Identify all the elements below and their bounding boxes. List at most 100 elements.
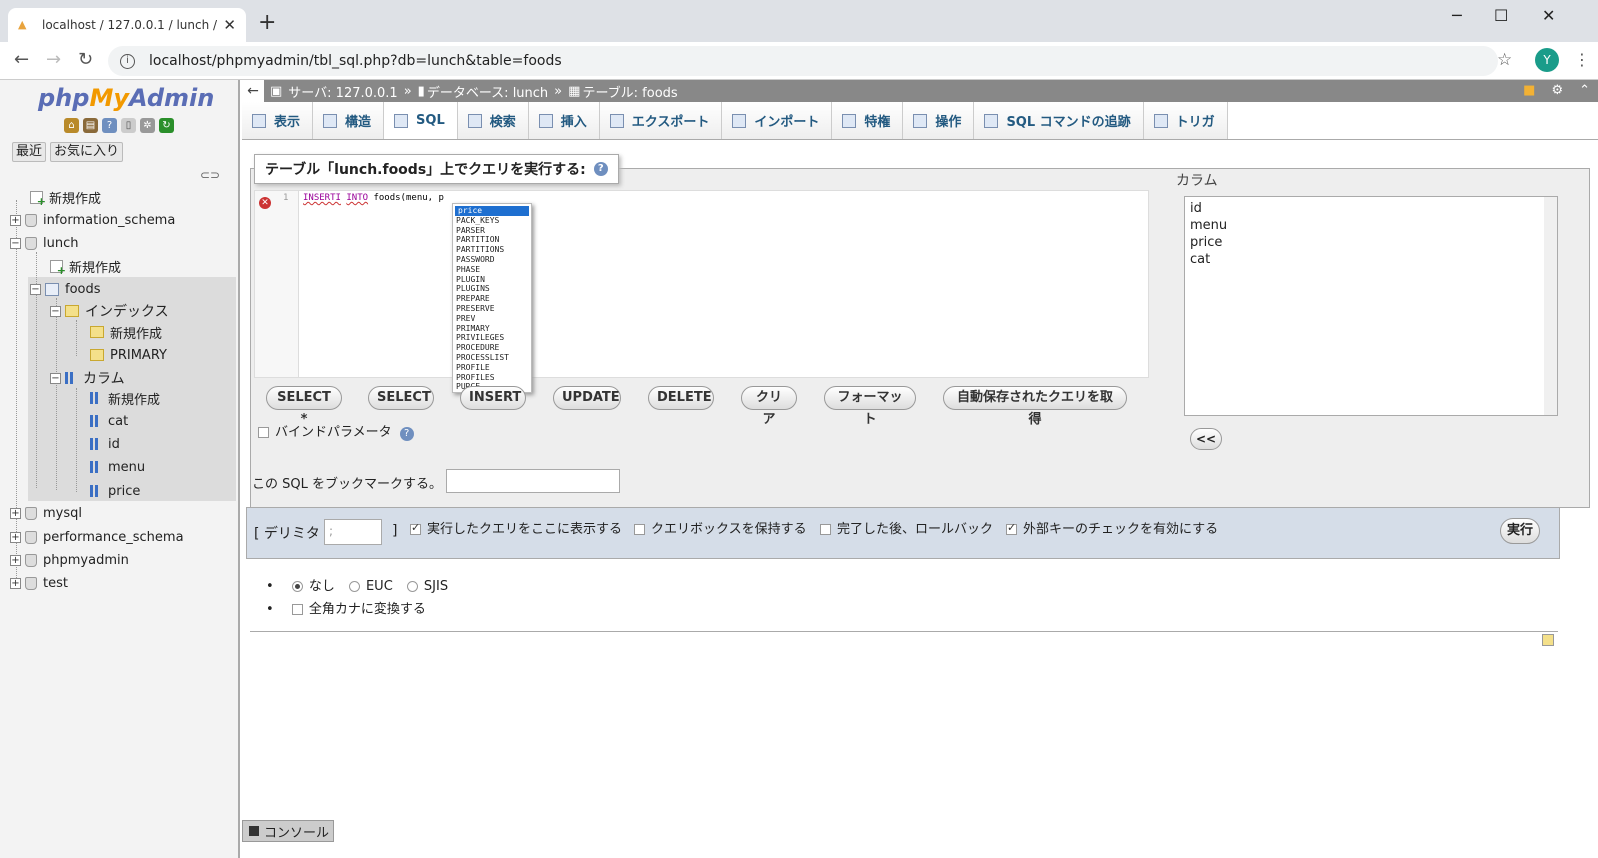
column-option[interactable]: cat <box>1190 251 1552 268</box>
tree-item-menu[interactable]: menu <box>90 456 145 478</box>
expand-icon[interactable]: + <box>10 577 21 589</box>
tab-operations[interactable]: 操作 <box>903 102 975 139</box>
url-field[interactable]: i localhost/phpmyadmin/tbl_sql.php?db=lu… <box>108 46 1498 76</box>
console-toggle[interactable]: コンソール <box>242 820 334 842</box>
autocomplete-item[interactable]: PRIMARY <box>453 324 531 334</box>
autocomplete-item[interactable]: PRESERVE <box>453 304 531 314</box>
autocomplete-item[interactable]: PARTITIONS <box>453 245 531 255</box>
clear-button[interactable]: クリア <box>741 386 797 427</box>
browser-tab[interactable]: ▲ localhost / 127.0.0.1 / lunch / foo ✕ <box>8 8 246 42</box>
tab-export[interactable]: エクスポート <box>599 102 723 139</box>
insert-button[interactable]: INSERT <box>460 386 526 410</box>
autocomplete-list[interactable]: price PACK_KEYS PARSER PARTITION PARTITIONS P… <box>452 203 532 393</box>
show-query-option[interactable]: 実行したクエリをここに表示する <box>410 518 622 537</box>
breadcrumb-database[interactable]: データベース: lunch <box>427 82 548 101</box>
breadcrumb-server[interactable]: サーバ: 127.0.0.1 <box>288 82 397 101</box>
window-close-button[interactable]: ✕ <box>1542 6 1555 25</box>
tab-import[interactable]: インポート <box>722 102 833 139</box>
select-button[interactable]: SELECT <box>368 386 434 410</box>
autocomplete-item[interactable]: PROFILES <box>453 373 531 383</box>
autocomplete-item[interactable]: price <box>455 206 529 216</box>
autocomplete-item[interactable]: PACK_KEYS <box>453 216 531 226</box>
get-autosaved-query-button[interactable]: 自動保存されたクエリを取得 <box>943 386 1127 427</box>
settings-icon[interactable]: ✲ <box>140 118 155 133</box>
rollback-checkbox[interactable] <box>820 524 831 535</box>
phpmyadmin-logo[interactable]: phpMyAdmin <box>38 84 214 112</box>
collapse-icon[interactable]: − <box>10 237 21 249</box>
autocomplete-item[interactable]: PARTITION <box>453 235 531 245</box>
home-icon[interactable]: ⌂ <box>64 118 79 133</box>
columns-scrollbar[interactable] <box>1544 197 1557 415</box>
collapse-icon[interactable]: − <box>30 283 41 295</box>
help-icon[interactable]: ? <box>399 427 414 441</box>
tab-tracking[interactable]: SQL コマンドの追跡 <box>974 102 1144 139</box>
collapse-icon[interactable]: − <box>50 305 61 317</box>
tree-item-phpmyadmin[interactable]: + phpmyadmin <box>10 549 129 571</box>
autocomplete-item[interactable]: PHASE <box>453 265 531 275</box>
collapse-top-icon[interactable]: ⌃ <box>1579 83 1590 98</box>
forward-arrow-icon[interactable]: → <box>46 49 61 70</box>
autocomplete-item[interactable]: PASSWORD <box>453 255 531 265</box>
collapse-nav-arrow-icon[interactable]: ← <box>242 80 264 102</box>
back-arrow-icon[interactable]: ← <box>14 49 29 70</box>
error-icon[interactable]: ✕ <box>259 197 271 209</box>
refresh-icon[interactable]: ↻ <box>159 118 174 133</box>
autocomplete-item[interactable]: PROCEDURE <box>453 343 531 353</box>
tab-triggers[interactable]: トリガ <box>1143 102 1228 139</box>
tree-item-information-schema[interactable]: + information_schema <box>10 209 175 231</box>
encoding-none-radio[interactable] <box>291 581 303 592</box>
gear-icon[interactable]: ⚙ <box>1551 83 1563 98</box>
columns-list[interactable]: id menu price cat <box>1184 196 1558 416</box>
tree-item-new-db[interactable]: 新規作成 <box>30 186 101 208</box>
browser-menu-icon[interactable]: ⋮ <box>1574 50 1590 69</box>
profile-avatar[interactable]: Y <box>1535 48 1559 72</box>
tree-item-primary[interactable]: PRIMARY <box>90 344 167 366</box>
tree-item-mysql[interactable]: + mysql <box>10 502 82 524</box>
go-button[interactable]: 実行 <box>1500 518 1540 544</box>
reload-icon[interactable]: ↻ <box>78 49 93 70</box>
insert-column-button[interactable]: << <box>1190 428 1222 450</box>
bind-params-checkbox[interactable] <box>258 427 269 438</box>
tree-item-new-index[interactable]: 新規作成 <box>90 321 162 343</box>
autocomplete-item[interactable]: PROFILE <box>453 363 531 373</box>
encoding-euc-radio[interactable] <box>348 581 360 592</box>
kana-option[interactable]: • 全角カナに変換する <box>266 598 426 617</box>
autocomplete-item[interactable]: PLUGIN <box>453 275 531 285</box>
column-option[interactable]: id <box>1190 200 1552 217</box>
tree-item-new-table[interactable]: 新規作成 <box>50 255 121 277</box>
sticky-note-icon[interactable] <box>1542 634 1554 646</box>
tree-item-columns[interactable]: − カラム <box>50 367 125 389</box>
update-button[interactable]: UPDATE <box>553 386 621 410</box>
tree-item-lunch[interactable]: − lunch <box>10 232 78 254</box>
lock-icon[interactable]: ■ <box>1523 83 1535 98</box>
new-tab-button[interactable]: + <box>258 10 276 35</box>
tree-item-price[interactable]: price <box>90 480 140 502</box>
sql-editor[interactable]: ✕ 1 INSERTI INTO foods(menu, p <box>254 190 1149 378</box>
collapse-icon[interactable]: − <box>50 372 61 384</box>
delimiter-input[interactable]: ; <box>324 519 382 545</box>
expand-icon[interactable]: + <box>10 554 21 566</box>
autocomplete-item[interactable]: PARSER <box>453 226 531 236</box>
recent-button[interactable]: 最近 <box>12 142 47 162</box>
fk-check-option[interactable]: 外部キーのチェックを有効にする <box>1006 518 1218 537</box>
expand-icon[interactable]: + <box>10 507 21 519</box>
link-icon[interactable]: ⊂⊃ <box>200 168 220 182</box>
info-icon[interactable]: i <box>120 53 135 69</box>
autocomplete-item[interactable]: PLUGINS <box>453 284 531 294</box>
tree-item-id[interactable]: id <box>90 433 120 455</box>
column-option[interactable]: price <box>1190 234 1552 251</box>
help-icon[interactable]: ? <box>593 162 608 176</box>
help-icon[interactable]: ? <box>102 118 117 133</box>
maximize-button[interactable]: ☐ <box>1494 6 1508 25</box>
minimize-button[interactable]: ─ <box>1452 6 1462 25</box>
tree-item-performance-schema[interactable]: + performance_schema <box>10 526 184 548</box>
tree-item-test[interactable]: + test <box>10 572 68 594</box>
tree-item-indexes[interactable]: − インデックス <box>50 300 169 322</box>
autocomplete-item[interactable]: PREPARE <box>453 294 531 304</box>
expand-icon[interactable]: + <box>10 531 21 543</box>
bind-params-option[interactable]: バインドパラメータ? <box>258 421 414 441</box>
autocomplete-item[interactable]: PREV <box>453 314 531 324</box>
tree-item-new-column[interactable]: 新規作成 <box>90 387 160 409</box>
tab-browse[interactable]: 表示 <box>242 102 314 139</box>
favorites-button[interactable]: お気に入り <box>50 142 124 162</box>
